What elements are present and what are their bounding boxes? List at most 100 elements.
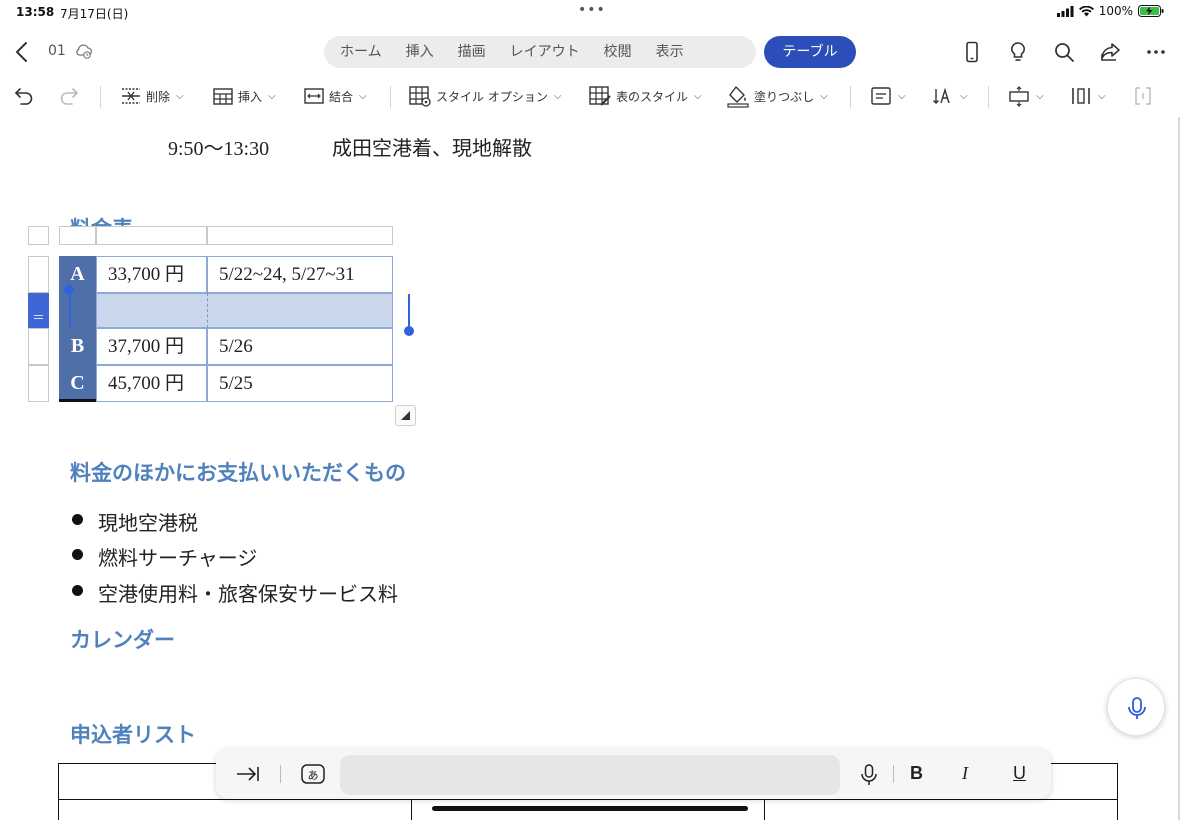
japanese-input-icon[interactable]: あ [301,763,325,785]
column-handle[interactable] [96,226,207,245]
chevron-down-icon: ⌵ [820,90,828,102]
row-height-button[interactable]: ⌵ [1008,78,1044,114]
home-indicator[interactable] [432,806,748,811]
cell-align-icon [871,87,891,105]
chevron-down-icon: ⌵ [898,90,906,102]
multitasking-dots-icon[interactable]: ••• [578,2,606,18]
list-item: 空港使用料・旅客保安サービス料 [98,584,398,606]
ribbon-divider [850,86,851,108]
tab-table[interactable]: テーブル [764,36,856,68]
top-bar: 01 ホーム 挿入 描画 レイアウト 校閲 表示 テーブル [0,30,1180,74]
document-canvas[interactable]: 9:50〜13:30 成田空港着、現地解散 料金表 A 33,700 円 5/2… [0,117,1180,820]
cell-alignment-button[interactable]: ⌵ [870,78,906,114]
table-cell-dates[interactable]: 5/26 [207,328,393,365]
price-table[interactable]: A 33,700 円 5/22~24, 5/27~31 B 37,700 円 5… [59,256,393,402]
text-direction-button[interactable]: ⌵ [932,78,968,114]
search-icon[interactable] [1052,40,1076,64]
suggestion-field[interactable] [340,755,840,795]
signal-icon [1056,5,1074,17]
table-cell-label[interactable]: B [59,328,96,365]
insert-label: 挿入 [238,89,263,104]
chevron-down-icon: ⌵ [553,90,562,102]
column-handle[interactable] [207,226,393,245]
selection-end-handle[interactable] [404,326,414,336]
row-handle[interactable] [28,256,49,293]
undo-button[interactable] [12,78,36,114]
redo-button[interactable] [57,78,81,114]
more-icon[interactable] [1144,40,1168,64]
undo-icon [15,88,33,105]
table-cell-dates[interactable]: 5/25 [207,365,393,402]
applicant-table-col-line [411,799,412,820]
table-styles-label: 表のスタイル [616,89,689,104]
column-handle[interactable] [59,226,96,245]
autofit-button[interactable] [1132,78,1154,114]
ribbon-divider [988,86,989,108]
share-icon[interactable] [1098,40,1122,64]
tab-review[interactable]: 校閲 [592,36,644,68]
tab-layout[interactable]: レイアウト [498,36,592,68]
table-style-icon [589,86,611,106]
bold-button[interactable]: B [910,763,923,784]
merge-label: 結合 [329,89,354,104]
extra-charges-heading: 料金のほかにお支払いいただくもの [70,462,406,485]
insert-button[interactable]: 挿入 ⌵ [212,78,276,114]
ribbon-divider [390,86,391,108]
italic-button[interactable]: I [962,763,968,784]
merge-button[interactable]: 結合 ⌵ [303,78,367,114]
delete-button[interactable]: 削除 ⌵ [120,78,184,114]
svg-text:あ: あ [308,769,319,782]
bullet [72,514,83,525]
row-handle[interactable] [28,365,49,402]
ribbon-divider [100,86,101,108]
table-styles-button[interactable]: 表のスタイル ⌵ [588,78,702,114]
back-chevron-icon[interactable] [10,38,34,66]
column-width-icon [1072,88,1090,104]
redo-icon [60,88,78,105]
tab-view[interactable]: 表示 [644,36,696,68]
chevron-down-icon: ⌵ [176,90,184,102]
applicant-table-row-line [58,799,1118,800]
row-handle-selected[interactable] [28,293,49,328]
text-direction-icon [933,87,950,104]
table-cell-label[interactable]: C [59,365,96,402]
selection-start-handle[interactable] [64,285,74,295]
price-table-heading: 料金表 [70,213,133,227]
table-cell-price[interactable]: 33,700 円 [96,256,207,293]
tab-key-icon[interactable] [236,763,260,785]
delete-label: 削除 [146,89,171,104]
table-resize-handle[interactable] [395,405,416,426]
status-date: 7月17日(日) [60,7,129,21]
table-ribbon: 削除 ⌵ 挿入 ⌵ 結合 ⌵ スタイル オプション ⌵ 表のスタイル ⌵ 塗りつぶし ⌵ ⌵… [0,78,1180,116]
dictation-icon[interactable] [859,764,879,786]
style-options-button[interactable]: スタイル オプション ⌵ [408,78,561,114]
calendar-heading: カレンダー [70,629,175,652]
tab-home[interactable]: ホーム [328,36,394,68]
status-bar: 13:58 7月17日(日) ••• 100% [0,0,1180,24]
schedule-text: 成田空港着、現地解散 [332,138,532,160]
dictate-button[interactable] [1107,678,1165,736]
ribbon-tab-group: ホーム 挿入 描画 レイアウト 校閲 表示 [324,36,756,68]
lightbulb-icon[interactable] [1006,40,1030,64]
column-width-button[interactable]: ⌵ [1070,78,1106,114]
style-options-label: スタイル オプション [436,89,548,104]
cell-divider [207,293,208,328]
row-handle[interactable] [28,328,49,365]
cloud-sync-icon[interactable] [74,42,94,60]
fill-button[interactable]: 塗りつぶし ⌵ [726,78,828,114]
underline-button[interactable]: U [1013,763,1026,784]
table-cell-dates[interactable]: 5/22~24, 5/27~31 [207,256,393,293]
table-cell-price[interactable]: 37,700 円 [96,328,207,365]
applicants-heading: 申込者リスト [70,724,196,747]
table-cell-price[interactable]: 45,700 円 [96,365,207,402]
phone-view-icon[interactable] [960,40,984,64]
bullet [72,549,83,560]
table-cell-label[interactable] [59,293,96,328]
tab-insert[interactable]: 挿入 [394,36,446,68]
tab-draw[interactable]: 描画 [446,36,498,68]
selection-start-bar [69,295,71,328]
selected-empty-row[interactable] [96,293,393,328]
document-name[interactable]: 01 [48,43,66,59]
bullet [72,585,83,596]
table-select-all-handle[interactable] [28,226,49,245]
